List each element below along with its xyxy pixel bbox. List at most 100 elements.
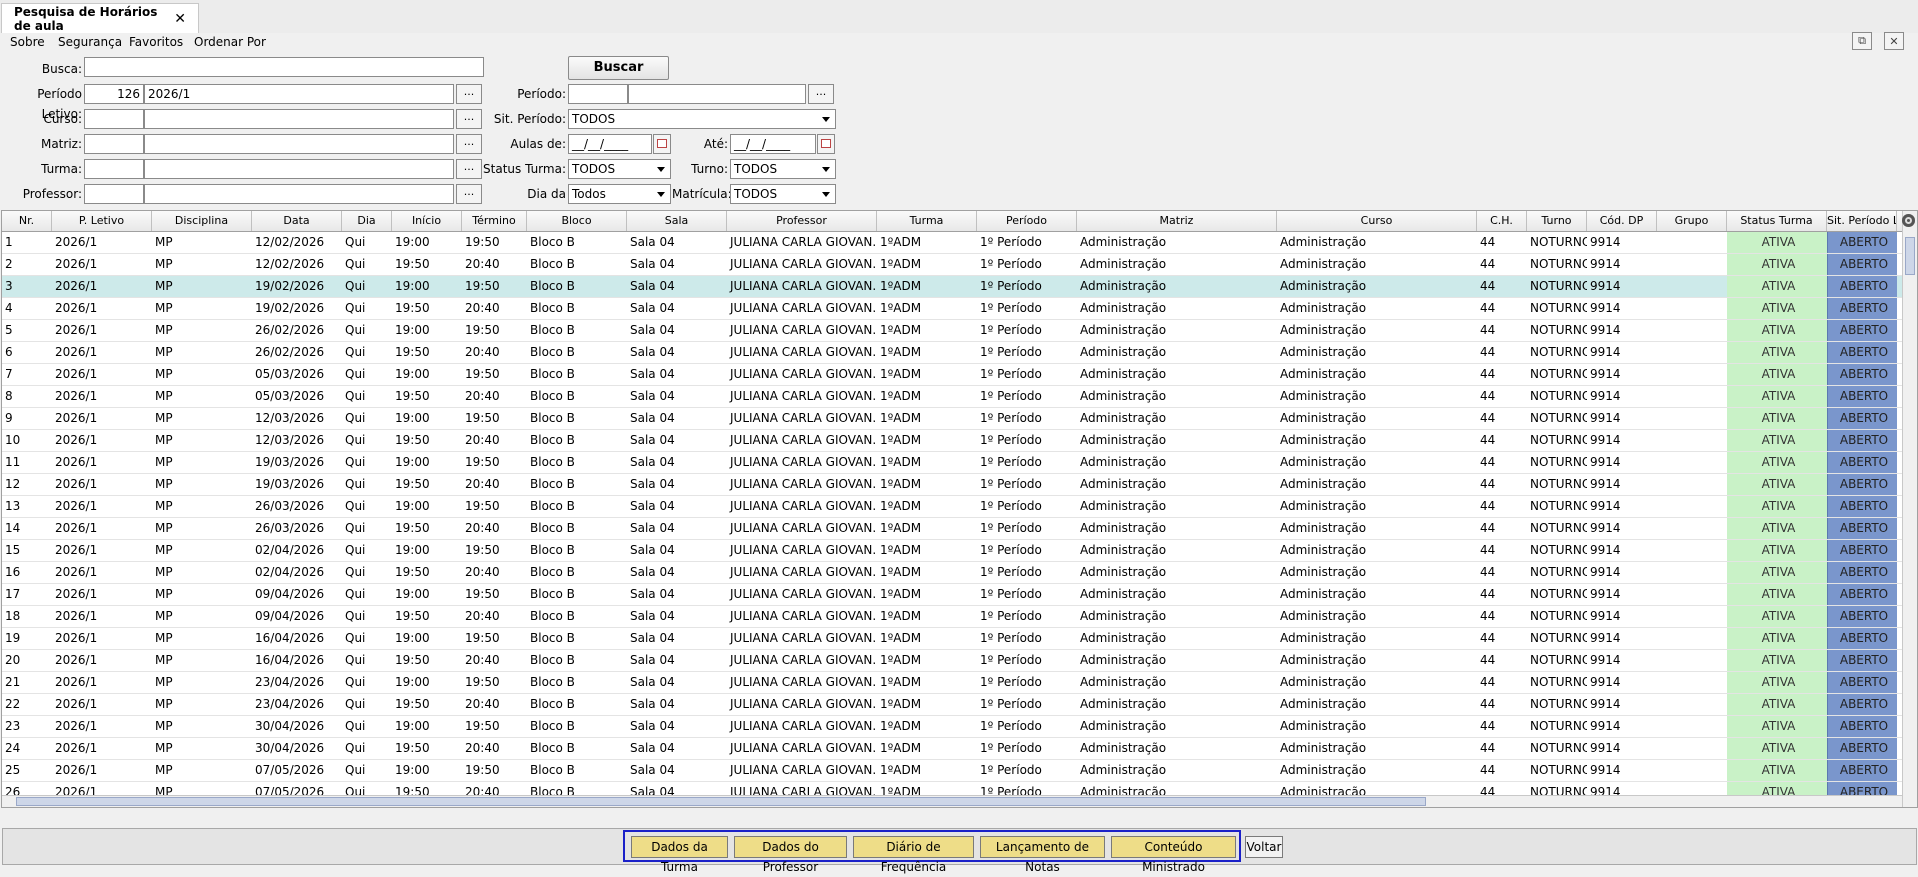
cell-turma: 1ºADM	[880, 587, 922, 601]
periodo-letivo-input[interactable]: 2026/1	[144, 84, 454, 104]
cell-sit-periodo: ABERTO	[1827, 606, 1897, 627]
column-header-cod-dp[interactable]: Cód. DP	[1587, 211, 1657, 231]
buscar-button[interactable]: Buscar	[568, 56, 669, 80]
close-window-icon[interactable]: ✕	[1884, 32, 1904, 50]
table-row[interactable]: 6 2026/1 MP 26/02/2026 Qui 19:50 20:40 Bloco B S…	[2, 342, 1902, 364]
results-grid[interactable]: Nr. P. Letivo Disciplina Data Dia Início Térmi…	[1, 210, 1918, 808]
column-header-turno[interactable]: Turno	[1527, 211, 1587, 231]
matricula-select[interactable]: TODOS	[730, 184, 836, 204]
sit-periodo-select[interactable]: TODOS	[568, 109, 836, 129]
table-row[interactable]: 25 2026/1 MP 07/05/2026 Qui 19:00 19:50 Bloco B…	[2, 760, 1902, 782]
matriz-code-input[interactable]	[84, 134, 144, 154]
periodo-code-input[interactable]	[568, 84, 628, 104]
column-header-status-turma[interactable]: Status Turma	[1727, 211, 1827, 231]
column-header-turma[interactable]: Turma	[877, 211, 977, 231]
curso-input[interactable]	[144, 109, 454, 129]
table-row[interactable]: 9 2026/1 MP 12/03/2026 Qui 19:00 19:50 Bloco B S…	[2, 408, 1902, 430]
column-header-p-letivo[interactable]: P. Letivo	[52, 211, 152, 231]
turma-input[interactable]	[144, 159, 454, 179]
table-row[interactable]: 15 2026/1 MP 02/04/2026 Qui 19:00 19:50 Bloco B…	[2, 540, 1902, 562]
table-row[interactable]: 14 2026/1 MP 26/03/2026 Qui 19:50 20:40 Bloco B…	[2, 518, 1902, 540]
table-row[interactable]: 23 2026/1 MP 30/04/2026 Qui 19:00 19:50 Bloco B…	[2, 716, 1902, 738]
table-row[interactable]: 22 2026/1 MP 23/04/2026 Qui 19:50 20:40 Bloco B…	[2, 694, 1902, 716]
table-row[interactable]: 10 2026/1 MP 12/03/2026 Qui 19:50 20:40 Bloco B…	[2, 430, 1902, 452]
column-header-grupo[interactable]: Grupo	[1657, 211, 1727, 231]
column-header-professor[interactable]: Professor	[727, 211, 877, 231]
table-row[interactable]: 20 2026/1 MP 16/04/2026 Qui 19:50 20:40 Bloco B…	[2, 650, 1902, 672]
table-row[interactable]: 2 2026/1 MP 12/02/2026 Qui 19:50 20:40 Bloco B S…	[2, 254, 1902, 276]
column-header-periodo[interactable]: Período	[977, 211, 1077, 231]
table-row[interactable]: 1 2026/1 MP 12/02/2026 Qui 19:00 19:50 Bloco B S…	[2, 232, 1902, 254]
voltar-button[interactable]: Voltar	[1245, 836, 1283, 858]
table-row[interactable]: 12 2026/1 MP 19/03/2026 Qui 19:50 20:40 Bloco B…	[2, 474, 1902, 496]
column-header-disciplina[interactable]: Disciplina	[152, 211, 252, 231]
calendar-icon[interactable]	[817, 134, 835, 154]
periodo-letivo-code-input[interactable]: 126	[84, 84, 144, 104]
table-row[interactable]: 4 2026/1 MP 19/02/2026 Qui 19:50 20:40 Bloco B S…	[2, 298, 1902, 320]
vertical-scroll-thumb[interactable]	[1905, 237, 1915, 275]
cell-disciplina: MP	[155, 719, 173, 733]
grid-body[interactable]: 1 2026/1 MP 12/02/2026 Qui 19:00 19:50 Bloco B S…	[2, 232, 1902, 800]
professor-lookup-button[interactable]: ...	[456, 184, 482, 204]
table-row[interactable]: 3 2026/1 MP 19/02/2026 Qui 19:00 19:50 Bloco B S…	[2, 276, 1902, 298]
column-header-dia[interactable]: Dia	[342, 211, 392, 231]
column-header-bloco[interactable]: Bloco	[527, 211, 627, 231]
column-header-nr[interactable]: Nr.	[2, 211, 52, 231]
menu-favoritos[interactable]: Favoritos	[129, 35, 183, 49]
calendar-icon[interactable]	[653, 134, 671, 154]
aulas-de-input[interactable]: __/__/____	[568, 134, 652, 154]
dados-turma-button[interactable]: Dados da Turma	[631, 836, 728, 874]
column-header-matriz[interactable]: Matriz	[1077, 211, 1277, 231]
menu-sobre[interactable]: Sobre	[10, 35, 45, 49]
dia-semana-select[interactable]: Todos	[568, 184, 671, 204]
column-header-inicio[interactable]: Início	[392, 211, 462, 231]
turma-code-input[interactable]	[84, 159, 144, 179]
column-header-termino[interactable]: Término	[462, 211, 527, 231]
cell-termino: 20:40	[465, 301, 500, 315]
column-header-sit-periodo[interactable]: Sit. Período L	[1827, 211, 1897, 231]
horizontal-scrollbar[interactable]	[2, 795, 1902, 807]
turma-lookup-button[interactable]: ...	[456, 159, 482, 179]
matriz-input[interactable]	[144, 134, 454, 154]
table-row[interactable]: 11 2026/1 MP 19/03/2026 Qui 19:00 19:50 Bloco B…	[2, 452, 1902, 474]
status-turma-select[interactable]: TODOS	[568, 159, 671, 179]
curso-lookup-button[interactable]: ...	[456, 109, 482, 129]
dados-professor-button[interactable]: Dados do Professor	[734, 836, 847, 874]
professor-input[interactable]	[144, 184, 454, 204]
column-header-sala[interactable]: Sala	[627, 211, 727, 231]
table-row[interactable]: 19 2026/1 MP 16/04/2026 Qui 19:00 19:50 Bloco B…	[2, 628, 1902, 650]
tab-pesquisa-horarios[interactable]: Pesquisa de Horários de aula ✕	[1, 3, 199, 33]
table-row[interactable]: 13 2026/1 MP 26/03/2026 Qui 19:00 19:50 Bloco B…	[2, 496, 1902, 518]
turno-select[interactable]: TODOS	[730, 159, 836, 179]
ate-input[interactable]: __/__/____	[730, 134, 816, 154]
periodo-input[interactable]	[628, 84, 806, 104]
gear-icon[interactable]	[1902, 214, 1915, 227]
periodo-letivo-lookup-button[interactable]: ...	[456, 84, 482, 104]
table-row[interactable]: 17 2026/1 MP 09/04/2026 Qui 19:00 19:50 Bloco B…	[2, 584, 1902, 606]
professor-code-input[interactable]	[84, 184, 144, 204]
menu-seguranca[interactable]: Segurança	[58, 35, 122, 49]
table-row[interactable]: 8 2026/1 MP 05/03/2026 Qui 19:50 20:40 Bloco B S…	[2, 386, 1902, 408]
column-header-ch[interactable]: C.H.	[1477, 211, 1527, 231]
table-row[interactable]: 5 2026/1 MP 26/02/2026 Qui 19:00 19:50 Bloco B S…	[2, 320, 1902, 342]
column-header-data[interactable]: Data	[252, 211, 342, 231]
busca-input[interactable]	[84, 57, 484, 77]
matriz-lookup-button[interactable]: ...	[456, 134, 482, 154]
table-row[interactable]: 21 2026/1 MP 23/04/2026 Qui 19:00 19:50 Bloco B…	[2, 672, 1902, 694]
lancamento-notas-button[interactable]: Lançamento de Notas	[980, 836, 1105, 874]
close-tab-icon[interactable]: ✕	[174, 11, 186, 27]
periodo-lookup-button[interactable]: ...	[808, 84, 834, 104]
table-row[interactable]: 16 2026/1 MP 02/04/2026 Qui 19:50 20:40 Bloco B…	[2, 562, 1902, 584]
curso-code-input[interactable]	[84, 109, 144, 129]
menu-ordenar-por[interactable]: Ordenar Por	[194, 35, 266, 49]
horizontal-scroll-thumb[interactable]	[16, 797, 1426, 806]
diario-frequencia-button[interactable]: Diário de Frequência	[853, 836, 974, 874]
table-row[interactable]: 18 2026/1 MP 09/04/2026 Qui 19:50 20:40 Bloco B…	[2, 606, 1902, 628]
column-header-curso[interactable]: Curso	[1277, 211, 1477, 231]
table-row[interactable]: 24 2026/1 MP 30/04/2026 Qui 19:50 20:40 Bloco B…	[2, 738, 1902, 760]
cell-p-letivo: 2026/1	[55, 279, 98, 293]
popout-icon[interactable]: ⧉	[1852, 32, 1872, 50]
vertical-scrollbar[interactable]	[1902, 211, 1917, 807]
conteudo-ministrado-button[interactable]: Conteúdo Ministrado	[1111, 836, 1236, 874]
table-row[interactable]: 7 2026/1 MP 05/03/2026 Qui 19:00 19:50 Bloco B S…	[2, 364, 1902, 386]
